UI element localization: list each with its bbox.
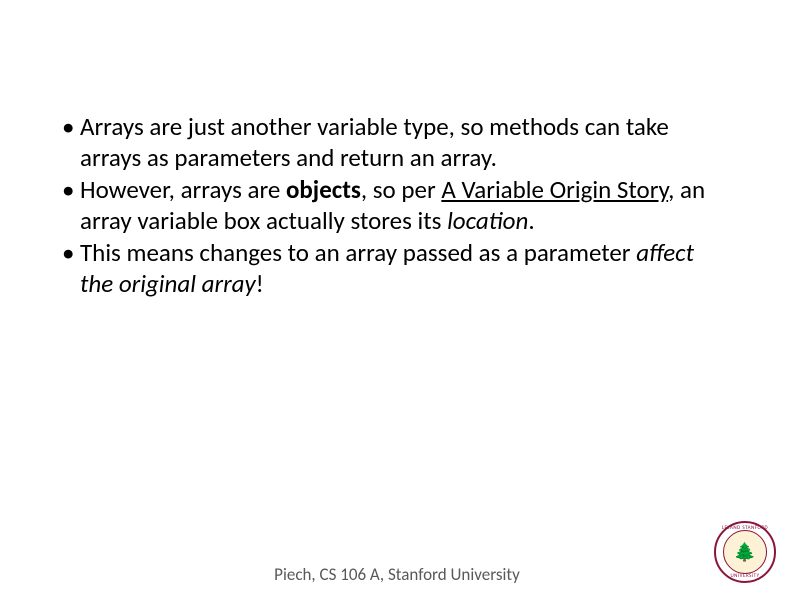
slide-footer: Piech, CS 106 A, Stanford University	[0, 564, 794, 585]
text-span: Arrays are just another variable type, s…	[80, 111, 669, 173]
bullet-text: However, arrays are objects, so per A Va…	[80, 175, 722, 236]
text-italic: location	[447, 205, 528, 236]
slide-body: • Arrays are just another variable type,…	[62, 112, 722, 301]
text-underline: A Variable Origin Story	[441, 174, 668, 205]
bullet-item: • However, arrays are objects, so per A …	[62, 175, 722, 236]
bullet-marker: •	[62, 112, 80, 173]
text-span: !	[256, 268, 264, 299]
slide: • Arrays are just another variable type,…	[0, 0, 794, 595]
bullet-text: Arrays are just another variable type, s…	[80, 112, 722, 173]
bullet-item: • This means changes to an array passed …	[62, 238, 722, 299]
stanford-seal: LELAND STANFORD 🌲 UNIVERSITY	[714, 521, 776, 583]
bullet-text: This means changes to an array passed as…	[80, 238, 722, 299]
text-bold: objects	[286, 174, 361, 205]
text-span: , so per	[361, 174, 441, 205]
bullet-item: • Arrays are just another variable type,…	[62, 112, 722, 173]
tree-icon: 🌲	[734, 543, 756, 561]
text-span: This means changes to an array passed as…	[80, 237, 636, 268]
text-span: .	[528, 205, 534, 236]
bullet-marker: •	[62, 175, 80, 236]
bullet-marker: •	[62, 238, 80, 299]
seal-inner-circle: 🌲	[723, 530, 767, 574]
text-span: However, arrays are	[80, 174, 286, 205]
seal-bottom-text: UNIVERSITY	[716, 573, 774, 579]
seal-outer-ring: LELAND STANFORD 🌲 UNIVERSITY	[714, 521, 776, 583]
